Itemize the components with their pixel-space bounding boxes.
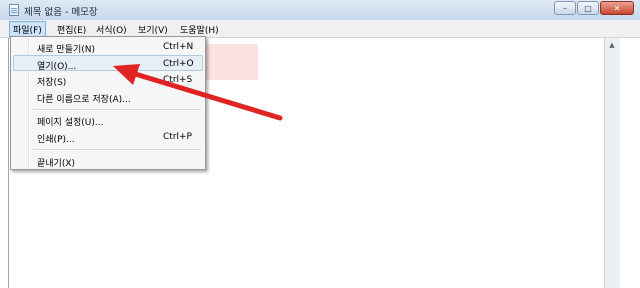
highlight-box xyxy=(204,44,258,80)
menu-item-label: 끝내기(X) xyxy=(37,159,76,169)
menu-separator xyxy=(33,149,201,151)
window-title: 제목 없음 - 메모장 xyxy=(24,7,98,18)
menu-item-exit[interactable]: 끝내기(X) xyxy=(13,153,203,169)
menu-item-label: 저장(S) xyxy=(37,78,67,88)
menu-item-open[interactable]: 열기(O)... Ctrl+O xyxy=(13,55,203,72)
menu-item-print[interactable]: 인쇄(P)... Ctrl+P xyxy=(13,129,203,145)
menu-item-new[interactable]: 새로 만들기(N) Ctrl+N xyxy=(13,39,203,55)
menu-item-label: 페이지 설정(U)... xyxy=(37,118,104,128)
scroll-up-arrow-icon[interactable]: ▲ xyxy=(607,40,617,50)
menu-format[interactable]: 서식(O) xyxy=(93,22,130,37)
maximize-button[interactable]: □ xyxy=(577,1,599,15)
title-bar: 제목 없음 - 메모장 – □ ✕ xyxy=(0,0,640,21)
menu-item-save[interactable]: 저장(S) Ctrl+S xyxy=(13,72,203,88)
menu-item-shortcut: Ctrl+S xyxy=(163,75,193,85)
menu-item-shortcut: Ctrl+N xyxy=(163,42,194,52)
menu-separator xyxy=(33,109,201,111)
menu-item-label: 새로 만들기(N) xyxy=(37,45,96,55)
vertical-scrollbar[interactable]: ▲ xyxy=(604,38,620,288)
menu-edit[interactable]: 편집(E) xyxy=(54,22,89,37)
menu-item-shortcut: Ctrl+P xyxy=(163,132,192,142)
menu-item-label: 열기(O)... xyxy=(37,62,77,72)
window-controls: – □ ✕ xyxy=(554,1,634,15)
menu-item-label: 인쇄(P)... xyxy=(37,135,75,145)
menu-item-shortcut: Ctrl+O xyxy=(163,59,194,69)
menu-item-page-setup[interactable]: 페이지 설정(U)... xyxy=(13,112,203,128)
file-menu-dropdown: 새로 만들기(N) Ctrl+N 열기(O)... Ctrl+O 저장(S) C… xyxy=(10,36,206,170)
menu-help[interactable]: 도움말(H) xyxy=(177,22,222,37)
menu-item-save-as[interactable]: 다른 이름으로 저장(A)... xyxy=(13,89,203,105)
close-button[interactable]: ✕ xyxy=(600,1,634,15)
menu-view[interactable]: 보기(V) xyxy=(135,22,171,37)
minimize-button[interactable]: – xyxy=(554,1,576,15)
menu-item-label: 다른 이름으로 저장(A)... xyxy=(37,95,131,105)
notepad-icon xyxy=(9,4,19,16)
